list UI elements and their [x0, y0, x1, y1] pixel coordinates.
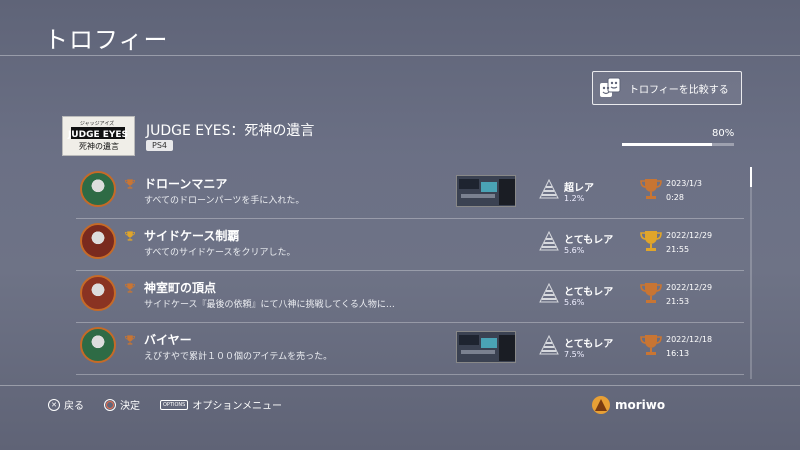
page-title: トロフィー: [44, 26, 169, 54]
options-button-icon: OPTIONS: [160, 399, 189, 410]
trophy-image: [80, 275, 116, 311]
trophy-grade-icon: [124, 227, 136, 241]
options-hint[interactable]: OPTIONS オプションメニュー: [160, 397, 282, 412]
trophy-row[interactable]: サイドケース制覇 すべてのサイドケースをクリアした。 とてもレア 5.6% 20…: [76, 219, 744, 271]
rarity-label: とてもレア: [564, 235, 614, 246]
rarity-label: とてもレア: [564, 339, 614, 350]
earned-time: 16:13: [666, 349, 690, 358]
header-divider: [0, 55, 800, 56]
rarity-icon: [538, 230, 560, 252]
trophy-name: サイドケース制覇: [144, 229, 240, 243]
earned-time: 21:55: [666, 245, 690, 254]
trophy-name: バイヤー: [144, 333, 192, 347]
trophy-row[interactable]: 神室町の頂点 サイドケース『最後の依頼』にて八神に挑戦してくる人物に… とてもレ…: [76, 271, 744, 323]
game-cover-image: ジャッジアイズ JUDGE EYES 死神の遺言: [62, 116, 135, 156]
confirm-label: 決定: [120, 401, 140, 412]
trophy-name: ドローンマニア: [144, 177, 228, 191]
trophy-description: えびすやで累計１００個のアイテムを売った。: [144, 352, 333, 362]
trophy-grade-icon: [124, 175, 136, 189]
game-title: JUDGE EYES：死神の遺言: [146, 123, 315, 139]
platform-badge: PS4: [146, 140, 173, 151]
rarity-percent: 1.2%: [564, 194, 585, 203]
rarity-percent: 7.5%: [564, 350, 585, 359]
earned-trophy-icon: [639, 176, 663, 202]
svg-text:ジャッジアイズ: ジャッジアイズ: [80, 120, 114, 127]
back-hint[interactable]: ✕ 戻る: [48, 397, 84, 412]
rarity-label: とてもレア: [564, 287, 614, 298]
rarity-percent: 5.6%: [564, 298, 585, 307]
earned-date: 2023/1/3: [666, 179, 702, 188]
rarity-icon: [538, 282, 560, 304]
earned-time: 0:28: [666, 193, 684, 202]
trophy-row[interactable]: ドローンマニア すべてのドローンパーツを手に入れた。 超レア 1.2% 2023…: [76, 167, 744, 219]
svg-text:JUDGE EYES: JUDGE EYES: [67, 130, 128, 140]
confirm-hint[interactable]: 決定: [104, 397, 140, 412]
trophy-row[interactable]: バイヤー えびすやで累計１００個のアイテムを売った。 とてもレア 7.5% 20…: [76, 323, 744, 375]
rarity-label: 超レア: [564, 183, 594, 194]
rarity-icon: [538, 178, 560, 200]
trophy-name: 神室町の頂点: [144, 281, 217, 295]
trophy-image: [80, 223, 116, 259]
trophy-image: [80, 171, 116, 207]
back-label: 戻る: [64, 401, 84, 412]
rarity-icon: [538, 334, 560, 356]
earned-trophy-icon: [639, 280, 663, 306]
trophy-screenshot[interactable]: [456, 331, 516, 363]
trophy-image: [80, 327, 116, 363]
compare-icon: [600, 77, 621, 97]
compare-button-label: トロフィーを比較する: [629, 84, 729, 96]
trophy-grade-icon: [124, 331, 136, 345]
progress-percent: 80%: [712, 128, 735, 139]
circle-button-icon: [104, 398, 116, 411]
trophy-row[interactable]: 名探偵: [76, 375, 744, 379]
earned-trophy-icon: [639, 228, 663, 254]
compare-trophies-button[interactable]: トロフィーを比較する: [592, 71, 742, 105]
footer-divider: [0, 385, 800, 386]
trophy-description: サイドケース『最後の依頼』にて八神に挑戦してくる人物に…: [144, 300, 395, 310]
progress-bar: [622, 143, 734, 146]
username: moriwo: [615, 398, 666, 412]
svg-text:死神の遺言: 死神の遺言: [79, 141, 119, 151]
cross-button-icon: ✕: [48, 398, 60, 411]
user-profile[interactable]: moriwo: [592, 396, 665, 414]
avatar: [592, 396, 610, 414]
earned-time: 21:53: [666, 297, 690, 306]
earned-date: 2022/12/18: [666, 335, 713, 344]
rarity-percent: 5.6%: [564, 246, 585, 255]
trophy-screenshot[interactable]: [456, 175, 516, 207]
earned-trophy-icon: [639, 332, 663, 358]
trophy-grade-icon: [124, 279, 136, 293]
trophy-list[interactable]: ドローンマニア すべてのドローンパーツを手に入れた。 超レア 1.2% 2023…: [76, 167, 744, 379]
scrollbar[interactable]: [750, 167, 752, 379]
options-label: オプションメニュー: [192, 401, 283, 412]
earned-date: 2022/12/29: [666, 283, 713, 292]
progress-bar-fill: [622, 143, 712, 146]
earned-date: 2022/12/29: [666, 231, 713, 240]
trophy-description: すべてのドローンパーツを手に入れた。: [144, 196, 305, 206]
scrollbar-thumb[interactable]: [750, 167, 752, 187]
trophy-description: すべてのサイドケースをクリアした。: [144, 248, 296, 258]
